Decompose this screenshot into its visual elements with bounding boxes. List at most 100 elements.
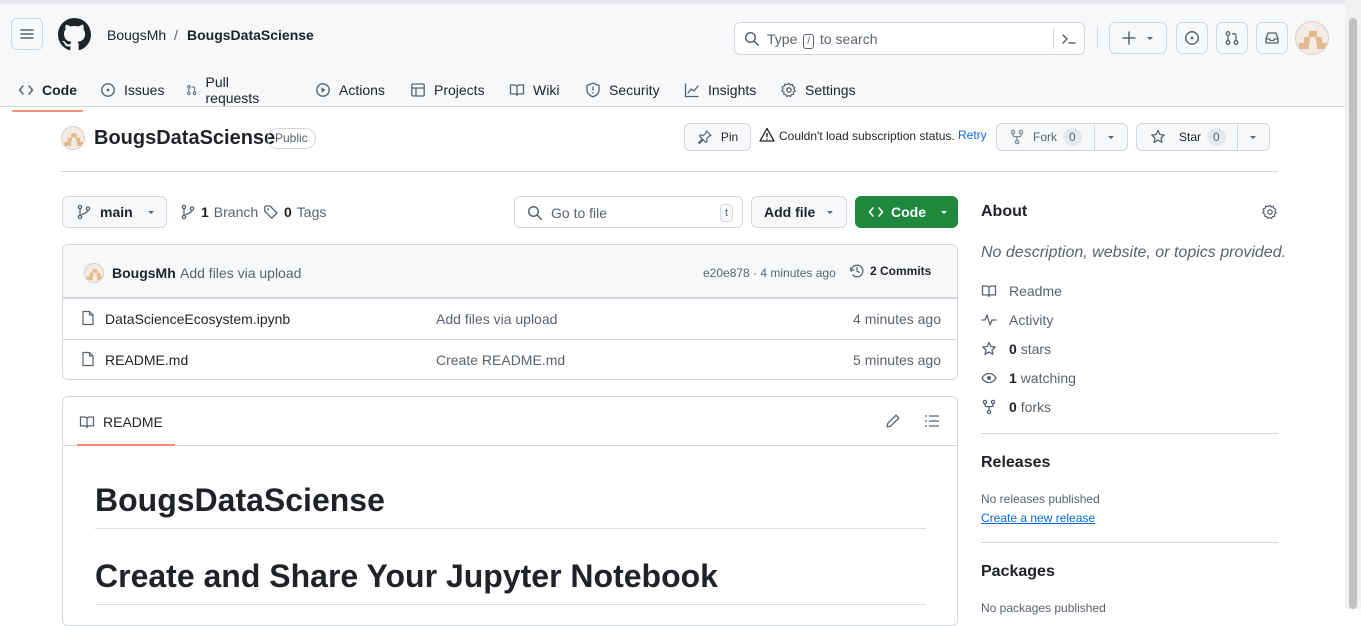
breadcrumb-separator: / [174, 27, 178, 43]
go-to-file-input[interactable]: Go to file t [514, 196, 743, 228]
commits-link[interactable]: 2 Commits [849, 263, 931, 279]
graph-icon [684, 83, 699, 97]
search-icon [744, 31, 759, 46]
pencil-icon[interactable] [885, 413, 901, 429]
plus-icon [1122, 31, 1136, 45]
user-avatar[interactable] [1295, 21, 1329, 55]
create-new-button[interactable] [1109, 22, 1167, 54]
repo-title[interactable]: BougsDataSciense [94, 127, 275, 150]
watchers-link[interactable]: 1 watching [981, 370, 1076, 386]
commit-author[interactable]: BougsMh [112, 265, 176, 281]
caret-down-icon [147, 211, 154, 214]
file-icon [82, 310, 94, 326]
readme-link[interactable]: Readme [981, 283, 1062, 299]
tab-settings[interactable]: Settings [781, 68, 856, 111]
packages-title[interactable]: Packages [981, 563, 1055, 581]
outline-list-icon[interactable] [924, 413, 940, 429]
breadcrumb-repo[interactable]: BougsDataSciense [187, 27, 314, 43]
repo-avatar [61, 126, 85, 150]
avatar[interactable] [84, 263, 104, 283]
forks-link[interactable]: 0 forks [981, 399, 1051, 415]
tab-security[interactable]: Security [585, 68, 660, 111]
file-icon [82, 351, 94, 367]
selected-tab-indicator [12, 110, 83, 112]
hamburger-icon [20, 29, 34, 39]
breadcrumb-owner[interactable]: BougsMh [107, 27, 166, 43]
readme-tab[interactable]: README [77, 397, 175, 446]
readme-panel: README BougsDataSciense Create and Share… [62, 396, 958, 626]
scrollbar-thumb[interactable] [1349, 18, 1357, 609]
gear-icon[interactable] [1262, 204, 1278, 220]
github-logo-icon[interactable] [58, 18, 91, 51]
inbox-button[interactable] [1256, 22, 1288, 54]
tags-link[interactable]: 0 Tags [263, 204, 326, 220]
no-packages-text: No packages published [981, 601, 1106, 615]
retry-link[interactable]: Retry [958, 128, 987, 142]
fork-icon [1010, 129, 1024, 145]
file-name[interactable]: DataScienceEcosystem.ipynb [105, 311, 290, 327]
create-release-link[interactable]: Create a new release [981, 511, 1095, 525]
fork-button[interactable]: Fork 0 [996, 123, 1128, 151]
commit-message[interactable]: Add files via upload [180, 265, 301, 281]
pin-icon [697, 130, 712, 144]
about-description: No description, website, or topics provi… [981, 244, 1287, 261]
avatar-pattern-icon [64, 133, 84, 147]
tab-pull-requests[interactable]: Pull requests [186, 68, 264, 111]
file-commit-message[interactable]: Add files via upload [436, 311, 557, 327]
tab-code[interactable]: Code [12, 68, 83, 112]
stars-link[interactable]: 0 stars [981, 341, 1051, 357]
issue-icon [1185, 31, 1199, 45]
tab-label: Issues [124, 81, 165, 98]
book-icon [79, 415, 95, 428]
tab-projects[interactable]: Projects [410, 68, 485, 111]
file-commit-message[interactable]: Create README.md [436, 352, 565, 368]
branches-link[interactable]: 1 Branch [180, 204, 258, 220]
caret-down-icon[interactable] [1106, 132, 1116, 142]
no-releases-text: No releases published [981, 492, 1100, 506]
tab-label: Pull requests [205, 73, 260, 106]
code-icon [18, 84, 34, 95]
add-file-button[interactable]: Add file [751, 196, 847, 228]
star-button[interactable]: Star 0 [1136, 123, 1270, 151]
pin-button[interactable]: Pin [684, 123, 751, 151]
search-icon [527, 205, 542, 220]
pull-request-icon [187, 84, 197, 95]
file-row[interactable]: DataScienceEcosystem.ipynb Add files via … [63, 298, 957, 339]
menu-button[interactable] [11, 18, 43, 50]
tab-label: Insights [708, 81, 757, 98]
tab-issues[interactable]: Issues [100, 68, 164, 111]
star-icon [1151, 129, 1165, 143]
code-button[interactable]: Code [855, 196, 958, 228]
shield-icon [586, 82, 600, 97]
tab-wiki[interactable]: Wiki [509, 68, 559, 111]
file-list: BougsMh Add files via upload e20e878 · 4… [62, 244, 958, 380]
inbox-icon [1265, 32, 1279, 44]
issues-button[interactable] [1176, 22, 1208, 54]
command-palette-icon[interactable] [1061, 31, 1077, 47]
file-name[interactable]: README.md [105, 352, 188, 368]
file-row[interactable]: README.md Create README.md 5 minutes ago [63, 339, 957, 379]
pull-requests-button[interactable] [1216, 22, 1248, 54]
fork-icon [982, 399, 996, 415]
table-icon [411, 82, 425, 97]
releases-title[interactable]: Releases [981, 454, 1050, 472]
commit-hash-time[interactable]: e20e878 · 4 minutes ago [703, 266, 836, 280]
activity-link[interactable]: Activity [981, 312, 1053, 328]
search-input[interactable]: Type / to search [734, 22, 1085, 55]
about-title: About [981, 203, 1028, 220]
tab-insights[interactable]: Insights [684, 68, 756, 111]
tab-label: Settings [805, 81, 856, 98]
code-icon [868, 207, 884, 217]
avatar-pattern-icon [86, 269, 103, 280]
branch-selector[interactable]: main [62, 196, 167, 228]
play-icon [316, 82, 330, 97]
caret-down-icon[interactable] [1248, 132, 1258, 142]
tab-label: Security [609, 81, 660, 98]
pull-request-icon [1225, 31, 1239, 45]
subscription-error: Couldn't load subscription status. [779, 129, 955, 143]
issue-icon [101, 82, 115, 97]
scrollbar[interactable] [1345, 0, 1361, 609]
tab-actions[interactable]: Actions [315, 68, 385, 111]
fork-count: 0 [1063, 128, 1082, 146]
pulse-icon [981, 314, 997, 326]
